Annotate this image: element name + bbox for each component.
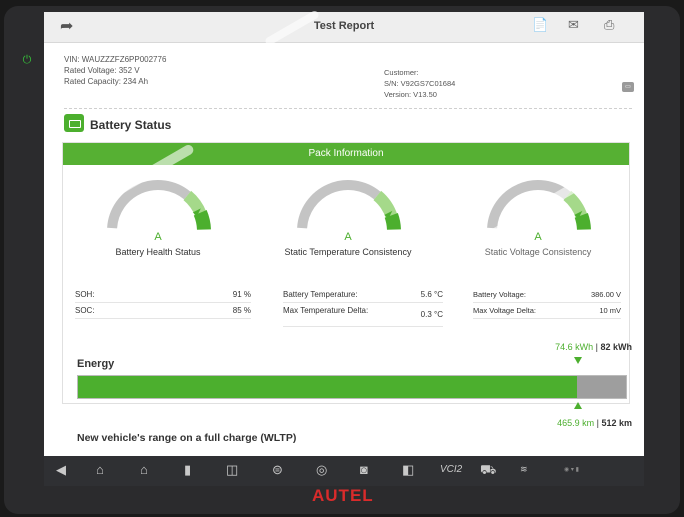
device-info: Customer: S/N: V92GS7C01684 Version: V13…	[384, 67, 455, 100]
gauge-label: Battery Health Status	[115, 247, 201, 257]
energy-total: 82 kWh	[600, 342, 632, 352]
gauge-label: Static Voltage Consistency	[484, 247, 592, 257]
metric-row: SOH: 91 %	[75, 288, 251, 303]
gauge-voltage-consistency: A Static Voltage Consistency	[453, 173, 623, 263]
screen: ➦ Test Report 📄 ✉ ⎙ VIN: WAUZZZFZ6PP0027…	[44, 12, 644, 464]
metric-value: 10 mV	[599, 306, 621, 315]
metric-label: Battery Voltage:	[473, 290, 526, 299]
pdf-icon[interactable]: 📄	[532, 17, 548, 33]
vehicle-info: VIN: WAUZZZFZ6PP002776 Rated Voltage: 35…	[64, 54, 166, 87]
battery-icon	[64, 114, 84, 132]
mail-icon[interactable]: ✉	[568, 17, 579, 33]
metric-label: SOC:	[75, 306, 95, 315]
pack-information-header: Pack Information	[63, 143, 629, 165]
gauge-value	[574, 213, 591, 231]
status-bar-icons: ◉ ▾ ▮	[564, 467, 579, 473]
car-link-icon[interactable]: ⛟	[480, 462, 496, 480]
customer-text: Customer:	[384, 68, 419, 77]
energy-marker-top	[574, 357, 582, 364]
gauge-value	[193, 209, 211, 231]
range-value: 465.9 km | 512 km	[557, 418, 632, 428]
metric-value: 0.3 °C	[420, 310, 443, 319]
wifi-link-icon[interactable]: ≋	[520, 464, 528, 475]
gauge-battery-health: A Battery Health Status	[73, 173, 243, 263]
metric-row: Battery Voltage: 386.00 V	[473, 288, 621, 303]
android-nav-bar: ◀ ⌂ ⌂ ▮ ◫ ⊜ ◎ ◙ ◧ VCI2 ⛟ ≋ ◉ ▾ ▮	[44, 456, 644, 486]
metric-value: 5.6 °C	[420, 290, 443, 299]
metric-row: Max Temperature Delta: 0.3 °C	[283, 304, 443, 327]
metric-value: 386.00 V	[590, 290, 621, 299]
rated-voltage-text: Rated Voltage: 352 V	[64, 66, 140, 75]
energy-title: Energy	[77, 358, 115, 370]
gauge-arc	[297, 180, 401, 231]
metric-label: Max Voltage Delta:	[473, 306, 536, 315]
recent-apps-icon[interactable]: ▮	[184, 462, 191, 478]
metric-label: SOH:	[75, 290, 95, 299]
browser-icon[interactable]: ◎	[316, 462, 327, 478]
gauge-label: Static Temperature Consistency	[284, 247, 412, 257]
vehicle-icon[interactable]: ⊜	[272, 462, 283, 478]
title-bar: ➦ Test Report 📄 ✉ ⎙	[44, 12, 644, 43]
section-title: Battery Status	[90, 118, 172, 132]
metric-label: Max Temperature Delta:	[283, 306, 369, 315]
serial-number-text: S/N: V92GS7C01684	[384, 79, 456, 88]
version-text: Version: V13.50	[384, 90, 437, 99]
metric-value: 85 %	[232, 306, 251, 315]
divider	[64, 108, 632, 109]
back-icon[interactable]: ◀	[56, 462, 66, 478]
expand-button[interactable]: ▭	[622, 82, 634, 92]
metric-row: Battery Temperature: 5.6 °C	[283, 288, 443, 303]
multitask-icon[interactable]: ◫	[226, 462, 238, 478]
range-title: New vehicle's range on a full charge (WL…	[77, 432, 297, 444]
home-icon[interactable]: ⌂	[96, 462, 104, 477]
energy-marker-bottom	[574, 402, 582, 409]
rated-capacity-text: Rated Capacity: 234 Ah	[64, 77, 149, 86]
energy-value: 74.6 kWh | 82 kWh	[555, 342, 632, 352]
gauge-temperature-consistency: A Static Temperature Consistency	[263, 173, 433, 263]
range-total: 512 km	[601, 418, 632, 428]
screenshot-icon[interactable]: ◧	[402, 462, 414, 478]
power-icon[interactable]: ⏻	[21, 54, 33, 66]
gauge-grade: A	[344, 231, 352, 243]
autel-logo: AUTEL	[312, 486, 374, 505]
metric-row: Max Voltage Delta: 10 mV	[473, 304, 621, 319]
metric-label: Battery Temperature:	[283, 290, 358, 299]
gauge-grade: A	[154, 231, 162, 243]
energy-current: 74.6 kWh	[555, 342, 594, 352]
energy-bar-fill	[78, 376, 577, 398]
autel-home-icon[interactable]: ⌂	[140, 462, 148, 477]
metric-value: 91 %	[232, 290, 251, 299]
gauge-value	[384, 213, 401, 231]
page-title: Test Report	[313, 20, 375, 32]
vin-text: VIN: WAUZZZFZ6PP002776	[64, 55, 167, 64]
print-icon[interactable]: ⎙	[604, 17, 614, 33]
metric-row: SOC: 85 %	[75, 304, 251, 319]
camera-icon[interactable]: ◙	[360, 462, 368, 477]
vci-icon[interactable]: VCI2	[440, 464, 462, 475]
gauge-arc	[107, 180, 211, 231]
energy-bar	[77, 375, 627, 399]
pack-information-panel: Pack Information A Battery Health Status…	[62, 142, 630, 404]
range-current: 465.9 km	[557, 418, 595, 428]
gauge-track	[297, 180, 381, 229]
